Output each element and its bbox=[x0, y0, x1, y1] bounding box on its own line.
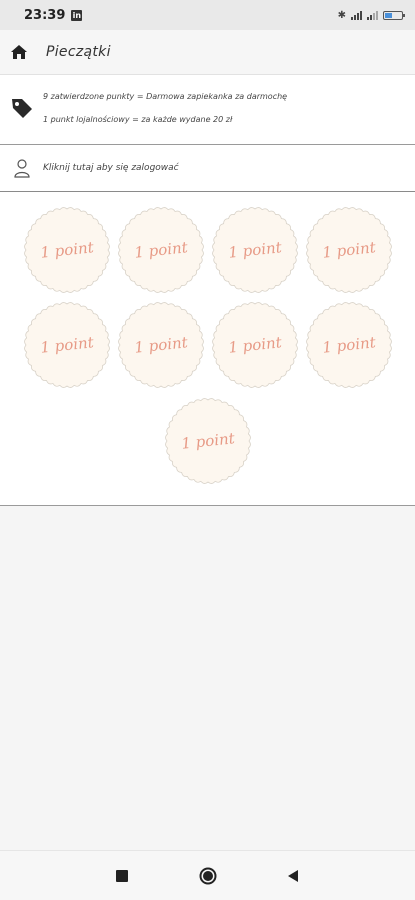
home-icon[interactable] bbox=[9, 42, 29, 62]
status-time: 23:39 bbox=[24, 7, 66, 23]
stamp-slot: 1 point bbox=[305, 206, 393, 294]
battery-icon bbox=[383, 10, 405, 20]
stamp-slot: 1 point bbox=[117, 301, 205, 389]
home-circle-icon[interactable] bbox=[199, 867, 217, 885]
system-nav-bar bbox=[0, 850, 415, 900]
stamp-slot: 1 point bbox=[117, 206, 205, 294]
user-icon bbox=[14, 159, 30, 178]
back-triangle-icon[interactable] bbox=[286, 869, 300, 883]
stamp-slot: 1 point bbox=[211, 206, 299, 294]
app-bar: Pieczątki bbox=[0, 30, 415, 75]
linkedin-notification-icon: in bbox=[71, 9, 83, 21]
stamp-slot: 1 point bbox=[211, 301, 299, 389]
stamp-label: 1 point bbox=[321, 333, 377, 357]
stamp-slot: 1 point bbox=[164, 397, 252, 485]
signal-icon bbox=[351, 10, 362, 20]
stamp-slot: 1 point bbox=[23, 301, 111, 389]
tag-icon bbox=[12, 99, 32, 118]
points-rule-text: 1 punkt lojalnościowy = za każde wydane … bbox=[43, 115, 233, 124]
stamp-label: 1 point bbox=[180, 429, 236, 453]
stamp-slot: 1 point bbox=[23, 206, 111, 294]
stamp-label: 1 point bbox=[39, 333, 95, 357]
signal-2-icon bbox=[367, 10, 378, 20]
empty-area bbox=[0, 506, 415, 850]
login-link-text: Kliknij tutaj aby się zalogować bbox=[43, 163, 179, 173]
battery-fill bbox=[385, 12, 393, 18]
stamp-label: 1 point bbox=[39, 238, 95, 262]
recents-square-icon[interactable] bbox=[116, 870, 128, 882]
reward-rule-text: 9 zatwierdzone punkty = Darmowa zapiekan… bbox=[43, 92, 288, 101]
status-bar: 23:39 in ✱ bbox=[0, 0, 415, 30]
stamp-card: 1 point 1 point 1 point 1 point 1 point 1 poi… bbox=[0, 192, 415, 506]
stamp-slot: 1 point bbox=[305, 301, 393, 389]
stamp-label: 1 point bbox=[321, 238, 377, 262]
bluetooth-icon: ✱ bbox=[337, 9, 346, 21]
status-icons: ✱ bbox=[337, 9, 405, 21]
stamp-label: 1 point bbox=[133, 333, 189, 357]
login-row[interactable]: Kliknij tutaj aby się zalogować bbox=[0, 145, 415, 192]
rewards-info: 9 zatwierdzone punkty = Darmowa zapiekan… bbox=[0, 75, 415, 145]
stamp-label: 1 point bbox=[227, 333, 283, 357]
stamp-label: 1 point bbox=[133, 238, 189, 262]
stamp-label: 1 point bbox=[227, 238, 283, 262]
page-title: Pieczątki bbox=[46, 44, 111, 60]
